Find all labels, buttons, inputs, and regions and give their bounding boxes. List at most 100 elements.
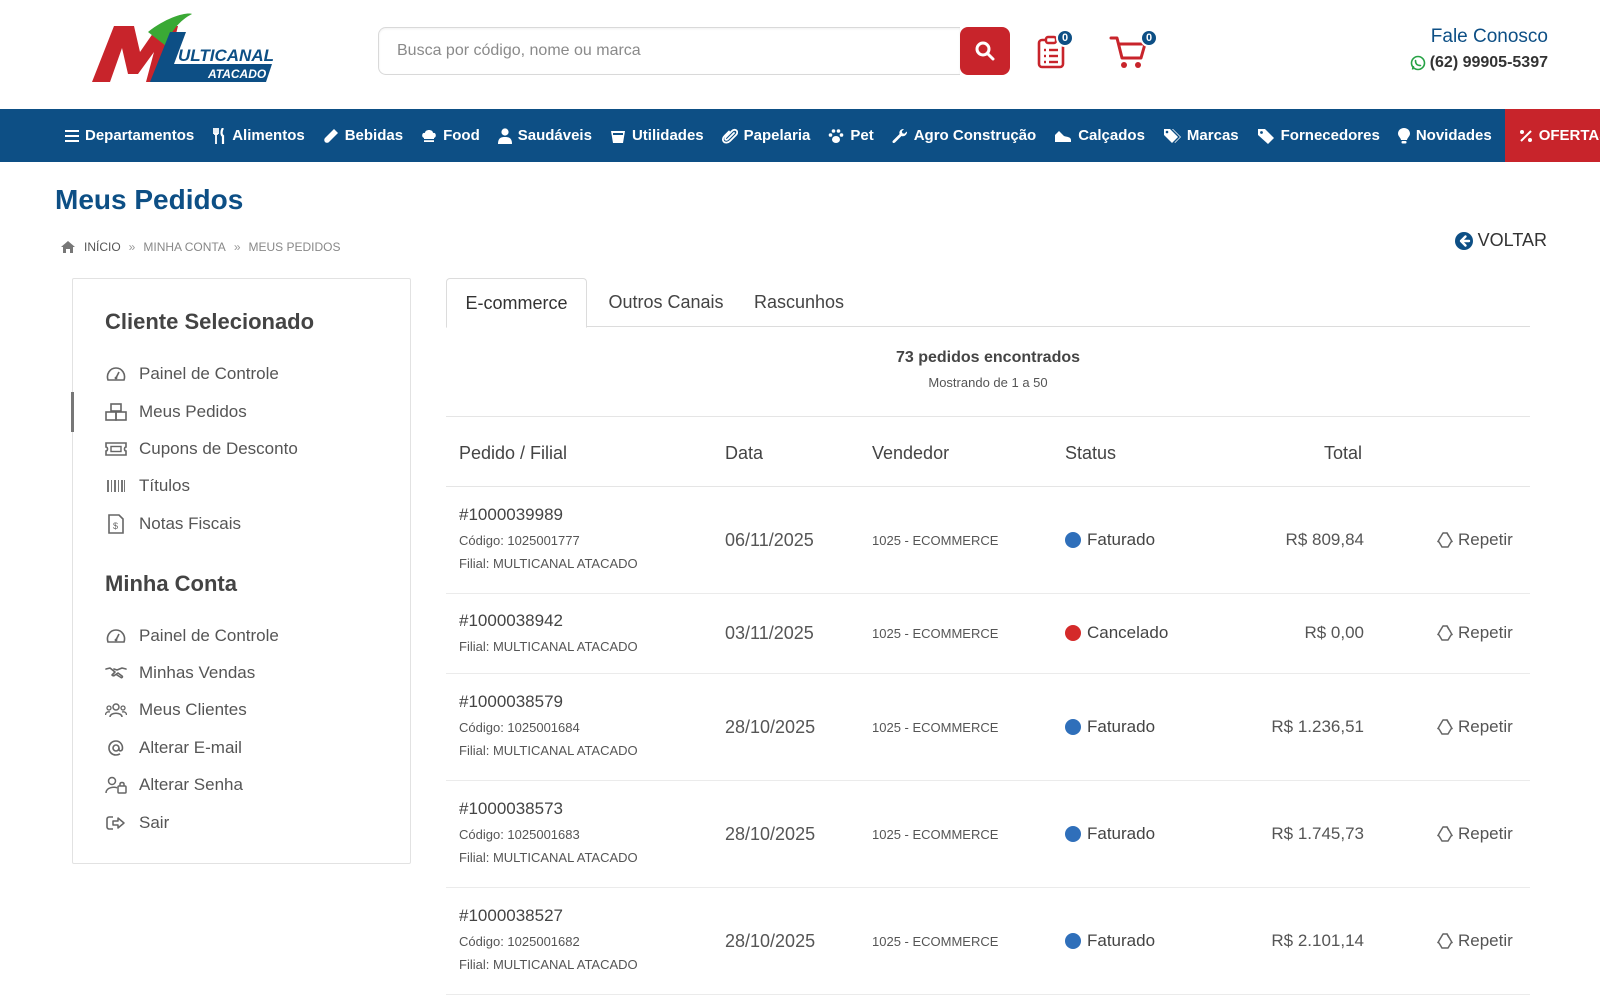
order-number[interactable]: #1000038527 — [459, 906, 638, 926]
percent-icon — [1519, 129, 1532, 142]
search-bar — [378, 27, 1010, 75]
nav-bebidas[interactable]: Bebidas — [314, 109, 412, 162]
chevrons-right-icon: » — [233, 240, 241, 254]
sidebar-item-label: Notas Fiscais — [139, 514, 242, 533]
sidebar-item-painel-conta[interactable]: Painel de Controle — [105, 623, 279, 649]
order-branch: Filial: MULTICANAL ATACADO — [459, 556, 638, 571]
repeat-order-button[interactable]: Repetir — [1436, 931, 1513, 951]
chef-hat-icon — [422, 129, 436, 142]
repeat-order-button[interactable]: Repetir — [1436, 717, 1513, 737]
account-sidebar: Cliente Selecionado Painel de Controle M… — [71, 278, 411, 864]
nav-label: Agro Construção — [913, 127, 1037, 144]
sidebar-item-alterar-email[interactable]: Alterar E-mail — [105, 735, 242, 761]
status-badge: Faturado — [1065, 824, 1155, 844]
logo-brand-text: ULTICANAL — [178, 46, 274, 65]
repeat-label: Repetir — [1458, 623, 1513, 642]
results-range: Mostrando de 1 a 50 — [928, 375, 1048, 390]
tab-rascunhos[interactable]: Rascunhos — [742, 278, 856, 327]
sidebar-item-label: Alterar Senha — [139, 775, 243, 794]
nav-saudaveis[interactable]: Saudáveis — [489, 109, 601, 162]
nav-food[interactable]: Food — [412, 109, 489, 162]
sidebar-item-titulos[interactable]: Títulos — [105, 473, 190, 499]
search-input[interactable] — [378, 27, 960, 75]
order-code: Código: 1025001683 — [459, 827, 580, 842]
sidebar-item-sair[interactable]: Sair — [105, 810, 169, 836]
nav-pet[interactable]: Pet — [819, 109, 882, 162]
recycle-icon — [1436, 826, 1454, 842]
sidebar-item-meus-pedidos[interactable]: Meus Pedidos — [105, 399, 247, 425]
sidebar-item-label: Sair — [139, 813, 170, 832]
nav-fornecedores[interactable]: Fornecedores — [1248, 109, 1389, 162]
status-label: Faturado — [1087, 931, 1156, 950]
table-row[interactable]: #1000038579 Código: 1025001684 Filial: MUL… — [446, 674, 1530, 781]
status-label: Faturado — [1087, 717, 1156, 736]
nav-alimentos[interactable]: Alimentos — [203, 109, 314, 162]
nav-ofertas[interactable]: OFERTAS — [1504, 109, 1600, 162]
breadcrumb-account[interactable]: MINHA CONTA — [143, 240, 225, 254]
nav-marcas[interactable]: Marcas — [1154, 109, 1248, 162]
order-number[interactable]: #1000039989 — [459, 505, 638, 525]
order-total: R$ 1.745,73 — [1271, 824, 1364, 843]
order-code: Código: 1025001777 — [459, 533, 580, 548]
sidebar-item-minhas-vendas[interactable]: Minhas Vendas — [105, 660, 255, 686]
nav-novidades[interactable]: Novidades — [1389, 109, 1501, 162]
dashboard-icon — [106, 367, 126, 381]
nav-label: Pet — [850, 127, 874, 144]
results-summary: 73 pedidos encontrados Mostrando de 1 a … — [446, 327, 1530, 417]
nav-label: Calçados — [1078, 127, 1145, 144]
sidebar-item-painel-cliente[interactable]: Painel de Controle — [105, 361, 279, 387]
nav-calcados[interactable]: Calçados — [1045, 109, 1154, 162]
sidebar-item-label: Meus Pedidos — [139, 402, 247, 421]
sidebar-item-alterar-senha[interactable]: Alterar Senha — [105, 772, 243, 798]
shopping-list-button[interactable]: 0 — [1034, 29, 1074, 71]
orders-table: Pedido / Filial Data Vendedor Status Tot… — [446, 417, 1530, 995]
breadcrumb-current: MEUS PEDIDOS — [248, 240, 341, 254]
breadcrumb-home[interactable]: INÍCIO — [84, 240, 121, 254]
table-header: Pedido / Filial Data Vendedor Status Tot… — [446, 417, 1530, 487]
nav-utilidades[interactable]: Utilidades — [601, 109, 713, 162]
status-dot-icon — [1065, 719, 1081, 735]
cart-button[interactable]: 0 — [1108, 29, 1158, 71]
nav-departamentos[interactable]: Departamentos — [56, 109, 203, 162]
order-seller: 1025 - ECOMMERCE — [872, 827, 999, 842]
search-button[interactable] — [960, 27, 1010, 75]
back-button[interactable]: VOLTAR — [1454, 230, 1547, 251]
order-number[interactable]: #1000038942 — [459, 611, 638, 631]
sidebar-item-notas-fiscais[interactable]: $ Notas Fiscais — [105, 511, 241, 537]
contact-link[interactable]: Fale Conosco — [1410, 26, 1548, 48]
at-icon — [108, 740, 124, 756]
column-header-seller: Vendedor — [872, 443, 950, 463]
breadcrumb: INÍCIO » MINHA CONTA » MEUS PEDIDOS — [60, 240, 341, 254]
repeat-order-button[interactable]: Repetir — [1436, 824, 1513, 844]
order-total: R$ 1.236,51 — [1271, 717, 1364, 736]
whatsapp-phone[interactable]: (62) 99905-5397 — [1410, 54, 1548, 72]
nav-label: OFERTAS — [1538, 127, 1600, 144]
repeat-order-button[interactable]: Repetir — [1436, 623, 1513, 643]
table-row[interactable]: #1000038942 Filial: MULTICANAL ATACADO 03/… — [446, 594, 1530, 674]
nav-label: Saudáveis — [517, 127, 592, 144]
tab-outros-canais[interactable]: Outros Canais — [596, 278, 736, 327]
chevrons-right-icon: » — [128, 240, 136, 254]
sidebar-item-label: Minhas Vendas — [139, 663, 256, 682]
status-badge: Faturado — [1065, 931, 1155, 951]
account-heading: Minha Conta — [105, 571, 237, 596]
sidebar-item-label: Cupons de Desconto — [139, 439, 298, 458]
order-number[interactable]: #1000038579 — [459, 692, 638, 712]
sidebar-item-meus-clientes[interactable]: Meus Clientes — [105, 697, 247, 723]
recycle-icon — [1436, 933, 1454, 949]
order-number[interactable]: #1000038573 — [459, 799, 638, 819]
sidebar-item-cupons[interactable]: Cupons de Desconto — [105, 436, 298, 462]
nav-agro-construcao[interactable]: Agro Construção — [883, 109, 1046, 162]
table-row[interactable]: #1000039989 Código: 1025001777 Filial: MUL… — [446, 487, 1530, 594]
tab-ecommerce[interactable]: E-commerce — [446, 278, 587, 328]
table-row[interactable]: #1000038527 Código: 1025001682 Filial: MUL… — [446, 888, 1530, 995]
repeat-order-button[interactable]: Repetir — [1436, 530, 1513, 550]
home-icon — [61, 241, 75, 253]
site-logo[interactable]: ULTICANAL ATACADO — [88, 12, 276, 86]
paw-icon — [829, 128, 844, 143]
order-branch: Filial: MULTICANAL ATACADO — [459, 957, 638, 972]
nav-papelaria[interactable]: Papelaria — [713, 109, 820, 162]
cart-badge: 0 — [1140, 29, 1158, 47]
logout-icon — [106, 816, 125, 830]
table-row[interactable]: #1000038573 Código: 1025001683 Filial: MUL… — [446, 781, 1530, 888]
